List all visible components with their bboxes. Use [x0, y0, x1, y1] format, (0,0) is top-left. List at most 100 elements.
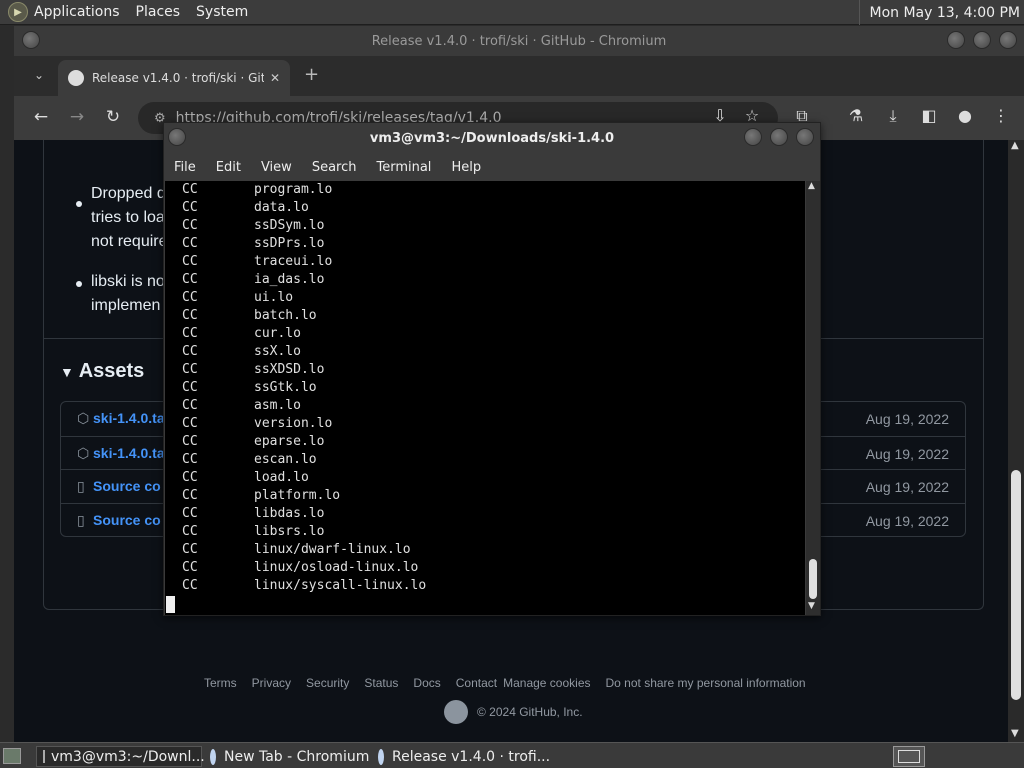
task-new-tab[interactable]: New Tab - Chromium [204, 746, 370, 767]
build-file: program.lo [254, 182, 333, 197]
task-release[interactable]: Release v1.4.0 · trofi... [372, 746, 550, 767]
show-desktop-icon[interactable] [3, 748, 21, 764]
task-label: vm3@vm3:~/Downl... [51, 748, 205, 765]
window-menu-button[interactable] [168, 128, 186, 146]
terminal-line: CC batch.lo [182, 308, 317, 323]
terminal-scrollbar[interactable]: ▲ ▼ [806, 181, 820, 615]
terminal-line: CC traceui.lo [182, 254, 332, 269]
download-icon[interactable]: ⤓ [882, 106, 904, 126]
tab-release[interactable]: Release v1.4.0 · trofi/ski · GitHub ✕ [58, 60, 290, 96]
build-step: CC [182, 452, 198, 467]
triangle-down-icon: ▼ [60, 364, 74, 380]
menu-places[interactable]: Places [136, 4, 181, 20]
close-window-button[interactable] [796, 128, 814, 146]
asset-date: Aug 19, 2022 [865, 411, 949, 427]
top-panel: ▶ Applications Places System Mon May 13,… [0, 0, 1024, 25]
chromium-titlebar[interactable]: Release v1.4.0 · trofi/ski · GitHub - Ch… [14, 26, 1024, 56]
terminal-line: CC ui.lo [182, 290, 293, 305]
terminal-titlebar[interactable]: vm3@vm3:~/Downloads/ski-1.4.0 [164, 123, 820, 153]
release-note-text: not require [91, 233, 168, 250]
chromium-icon [378, 748, 384, 765]
minimize-button[interactable] [947, 31, 965, 49]
terminal-output[interactable]: CC program.lo CC data.lo CC ssDSym.lo CC ssDPrs… [165, 181, 805, 615]
terminal-menubar: File Edit View Search Terminal Help [164, 153, 820, 181]
task-terminal[interactable]: vm3@vm3:~/Downl... [36, 746, 205, 767]
clock[interactable]: Mon May 13, 4:00 PM [858, 0, 1024, 25]
page-scrollbar[interactable]: ▲ ▼ [1008, 140, 1024, 742]
build-step: CC [182, 326, 198, 341]
minimize-button[interactable] [744, 128, 762, 146]
assets-heading-text: Assets [78, 360, 145, 382]
menu-file[interactable]: File [174, 160, 196, 175]
build-file: ssXDSD.lo [254, 362, 325, 377]
scroll-down-icon[interactable]: ▼ [1011, 728, 1019, 739]
menu-help[interactable]: Help [451, 160, 481, 175]
maximize-button[interactable] [973, 31, 991, 49]
release-note-text: implemen [91, 297, 161, 314]
terminal-line: CC ssX.lo [182, 344, 301, 359]
task-label: New Tab - Chromium [224, 748, 370, 765]
bullet-icon [76, 201, 82, 207]
terminal-line: CC ia_das.lo [182, 272, 324, 287]
build-step: CC [182, 254, 198, 269]
menu-applications[interactable]: Applications [34, 4, 120, 20]
menu-edit[interactable]: Edit [216, 160, 241, 175]
workspace-switcher[interactable] [893, 746, 925, 767]
footer-link-do-not-share[interactable]: Do not share my personal information [606, 676, 806, 690]
new-tab-plus-icon[interactable]: + [304, 64, 319, 85]
footer-link-terms[interactable]: Terms [204, 676, 237, 690]
footer-link-manage-cookies[interactable]: Manage cookies [503, 676, 590, 690]
footer-link-docs[interactable]: Docs [413, 676, 440, 690]
footer-link-privacy[interactable]: Privacy [252, 676, 291, 690]
tab-strip: ⌄ Release v1.4.0 · trofi/ski · GitHub ✕ … [14, 56, 1024, 96]
asset-link[interactable]: ski-1.4.0.ta [93, 445, 165, 461]
assets-heading[interactable]: ▼ Assets [60, 360, 144, 383]
release-note-text: Dropped d [91, 185, 166, 202]
distro-logo-icon[interactable]: ▶ [8, 2, 28, 22]
terminal-line: CC platform.lo [182, 488, 340, 503]
terminal-cursor [166, 596, 175, 613]
close-window-button[interactable] [999, 31, 1017, 49]
window-menu-button[interactable] [22, 31, 40, 49]
reload-icon[interactable]: ↻ [102, 107, 124, 127]
kebab-menu-icon[interactable]: ⋮ [990, 106, 1012, 125]
build-file: libsrs.lo [254, 524, 325, 539]
menu-view[interactable]: View [261, 160, 292, 175]
asset-link[interactable]: Source co [93, 512, 161, 528]
build-step: CC [182, 344, 198, 359]
side-panel-icon[interactable]: ◧ [918, 106, 940, 125]
footer-link-contact[interactable]: Contact [456, 676, 497, 690]
page-scroll-thumb[interactable] [1011, 470, 1021, 700]
asset-date: Aug 19, 2022 [865, 479, 949, 495]
release-note-text: libski is no [91, 273, 165, 290]
labs-flask-icon[interactable]: ⚗ [845, 106, 867, 125]
build-file: ssDSym.lo [254, 218, 325, 233]
package-icon: ⬡ [77, 446, 90, 462]
maximize-button[interactable] [770, 128, 788, 146]
footer-link-security[interactable]: Security [306, 676, 349, 690]
build-file: ssX.lo [254, 344, 301, 359]
build-file: linux/syscall-linux.lo [254, 578, 427, 593]
menu-terminal[interactable]: Terminal [376, 160, 431, 175]
menu-search[interactable]: Search [312, 160, 357, 175]
terminal-line: CC load.lo [182, 470, 309, 485]
asset-link[interactable]: ski-1.4.0.ta [93, 410, 165, 426]
asset-link[interactable]: Source co [93, 478, 161, 494]
github-mark-icon[interactable] [444, 700, 468, 724]
scroll-down-icon[interactable]: ▼ [808, 601, 815, 611]
build-step: CC [182, 272, 198, 287]
profile-avatar-icon[interactable]: ● [954, 106, 976, 125]
scroll-up-icon[interactable]: ▲ [1011, 140, 1019, 151]
footer-link-status[interactable]: Status [364, 676, 398, 690]
build-file: linux/dwarf-linux.lo [254, 542, 411, 557]
tab-search-chevron-icon[interactable]: ⌄ [34, 68, 44, 82]
back-arrow-icon[interactable]: ← [30, 107, 52, 127]
forward-arrow-icon[interactable]: → [66, 107, 88, 127]
tab-close-icon[interactable]: ✕ [270, 71, 280, 85]
build-step: CC [182, 524, 198, 539]
menu-system[interactable]: System [196, 4, 248, 20]
terminal-line: CC linux/syscall-linux.lo [182, 578, 426, 593]
build-file: eparse.lo [254, 434, 325, 449]
scroll-up-icon[interactable]: ▲ [808, 181, 815, 191]
terminal-scroll-thumb[interactable] [809, 559, 817, 599]
